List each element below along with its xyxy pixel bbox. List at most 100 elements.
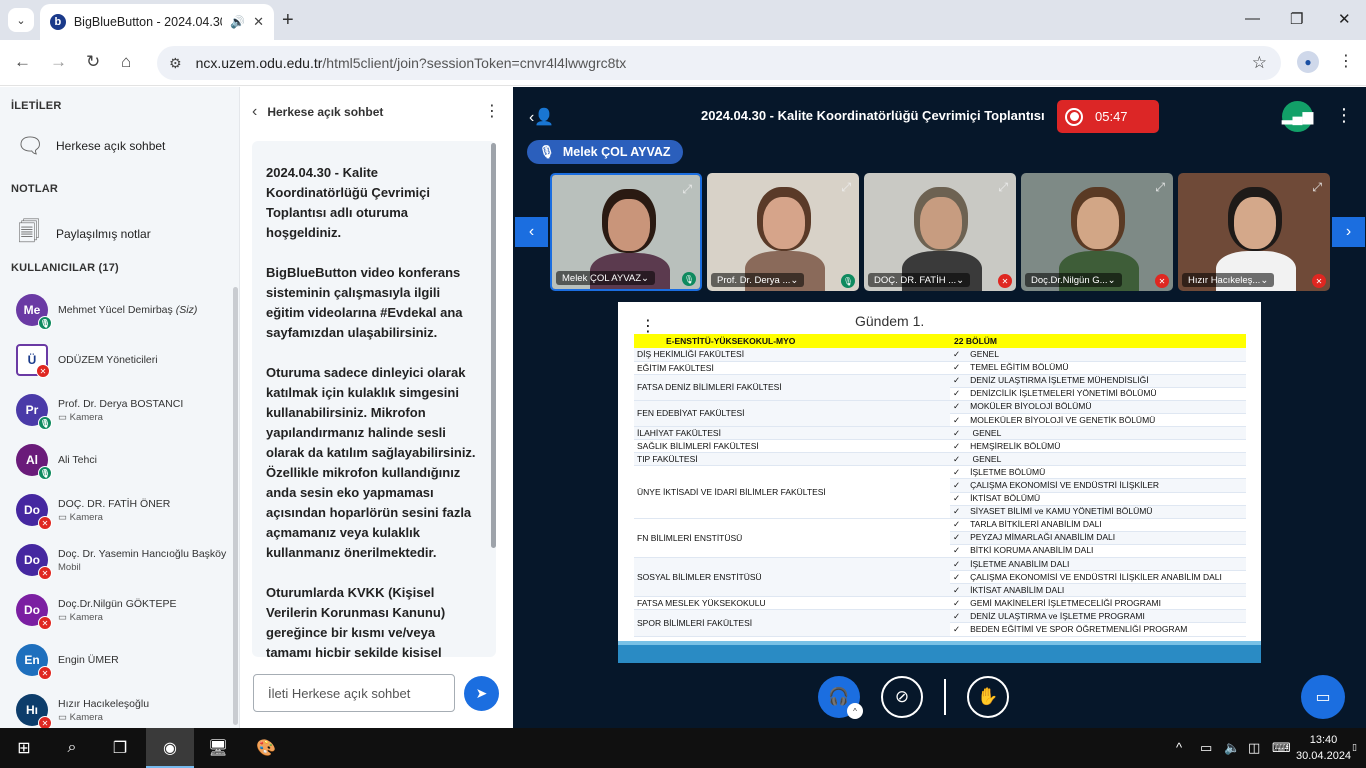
webcam-name[interactable]: Prof. Dr. Derya ... ⌄ — [711, 273, 805, 287]
new-tab-button[interactable]: + — [282, 9, 294, 32]
webcam-tile[interactable]: ⤢ Hızır Hacıkeleş... ⌄ ✕ — [1178, 173, 1330, 291]
camera-prev-button[interactable]: ‹ — [515, 217, 548, 247]
network-icon[interactable]: ▭ — [1200, 740, 1212, 756]
user-device: ▭ Kamera — [58, 612, 176, 623]
recording-indicator[interactable]: 05:47 — [1057, 100, 1159, 133]
chat-message-list: 2024.04.30 - Kalite Koordinatörlüğü Çevr… — [252, 141, 496, 657]
user-list-item[interactable]: Ü ✕ ODÜZEM Yöneticileri — [16, 338, 232, 382]
share-webcam-button[interactable]: ⊘ — [881, 676, 923, 718]
taskbar-clock[interactable]: 13:40 30.04.2024 — [1296, 732, 1351, 764]
chat-message-input[interactable]: İleti Herkese açık sohbet — [253, 674, 455, 712]
site-settings-icon[interactable]: ⚙ — [169, 55, 182, 72]
fullscreen-icon[interactable]: ⤢ — [998, 180, 1008, 195]
department-cell: ✓ ÇALIŞMA EKONOMİSİ VE ENDÜSTRİ İLİŞKİLER… — [950, 570, 1246, 585]
public-chat-link[interactable]: 🗨 Herkese açık sohbet — [16, 133, 165, 159]
user-list-item[interactable]: Hı ✕ Hızır Hacıkeleşoğlu ▭ Kamera — [16, 688, 232, 732]
meeting-options-icon[interactable]: ⋮ — [1335, 105, 1353, 126]
presentation-toggle-button[interactable]: ▭ — [1301, 675, 1345, 719]
department-name: DENİZCİLİK İŞLETMELERİ YÖNETİMİ BÖLÜMÜ — [970, 388, 1157, 399]
meeting-title: 2024.04.30 - Kalite Koordinatörlüğü Çevr… — [701, 108, 1045, 123]
back-icon[interactable]: ← — [14, 52, 31, 72]
webcam-tile[interactable]: ⤢ DOÇ. DR. FATİH ... ⌄ ✕ — [864, 173, 1016, 291]
department-name: MOKÜLER BİYOLOJİ BÖLÜMÜ — [970, 401, 1092, 412]
minimize-icon[interactable]: — — [1245, 10, 1260, 27]
volume-icon[interactable]: 🔈 — [1224, 740, 1240, 756]
department-cell: ✓ İŞLETME BÖLÜMÜ — [950, 465, 1246, 480]
chat-scrollbar[interactable] — [491, 143, 496, 548]
camera-next-button[interactable]: › — [1332, 217, 1365, 247]
notification-icon[interactable]: ▯ — [1352, 742, 1357, 753]
user-name-text: Engin ÜMER — [58, 654, 119, 666]
webcam-name-text: Melek ÇOL AYVAZ — [562, 272, 642, 284]
browser-tab[interactable]: b BigBlueButton - 2024.04.30 🔊 ✕ — [40, 4, 274, 40]
chrome-icon[interactable]: ◉ — [158, 736, 182, 760]
audio-options-caret[interactable]: ^ — [847, 703, 863, 719]
forward-icon[interactable]: → — [50, 52, 67, 72]
user-list-item[interactable]: Al 🎙 Ali Tehci — [16, 438, 232, 482]
reload-icon[interactable]: ↻ — [86, 52, 100, 72]
user-list-item[interactable]: Do ✕ Doç. Dr. Yasemin Hancıoğlu Başköy Mobi… — [16, 538, 232, 582]
webcam-tile[interactable]: ⤢ Melek ÇOL AYVAZ ⌄ 🎙 — [550, 173, 702, 291]
fullscreen-icon[interactable]: ⤢ — [1155, 180, 1165, 195]
user-device-label: Kamera — [69, 411, 103, 423]
chevron-left-icon[interactable]: ‹ — [252, 103, 257, 121]
windows-start-icon[interactable]: ⊞ — [12, 736, 36, 760]
fullscreen-icon[interactable]: ⤢ — [1312, 180, 1322, 195]
fullscreen-icon[interactable]: ⤢ — [841, 180, 851, 195]
talking-indicator[interactable]: 🎙 Melek ÇOL AYVAZ — [527, 140, 683, 164]
user-avatar: Al 🎙 — [16, 444, 52, 480]
webcam-name[interactable]: DOÇ. DR. FATİH ... ⌄ — [868, 273, 971, 287]
chat-header[interactable]: ‹ Herkese açık sohbet — [252, 103, 383, 121]
chat-options-icon[interactable]: ⋮ — [484, 101, 500, 121]
computer-icon[interactable]: 🖥 — [206, 736, 230, 760]
unit-name-cell: FATSA DENİZ BİLİMLERİ FAKÜLTESİ — [634, 374, 950, 401]
webcam-name[interactable]: Hızır Hacıkeleş... ⌄ — [1182, 273, 1275, 287]
user-avatar: Do ✕ — [16, 544, 52, 580]
toggle-userlist-icon[interactable]: ‹👤 — [529, 107, 554, 127]
connection-status-icon[interactable]: ▂▄▆ — [1282, 101, 1313, 132]
bookmark-star-icon[interactable]: ☆ — [1252, 53, 1267, 73]
camera-icon: ▭ — [58, 711, 70, 723]
chat-panel: ‹ Herkese açık sohbet ⋮ 2024.04.30 - Kal… — [240, 87, 513, 728]
task-view-icon[interactable]: ❐ — [108, 736, 132, 760]
tab-search-button[interactable]: ⌄ — [8, 8, 34, 32]
paint-icon[interactable]: 🎨 — [254, 736, 278, 760]
shared-notes-link[interactable]: 🗐 Paylaşılmış notlar — [16, 215, 151, 253]
department-name: ÇALIŞMA EKONOMİSİ VE ENDÜSTRİ İLİŞKİLER … — [970, 571, 1222, 582]
user-list-item[interactable]: En ✕ Engin ÜMER — [16, 638, 232, 682]
window-close-icon[interactable]: ✕ — [1338, 10, 1351, 28]
send-message-icon[interactable]: ➤ — [464, 676, 499, 711]
home-icon[interactable]: ⌂ — [121, 52, 131, 72]
unit-name-cell: SAĞLIK BİLİMLERİ FAKÜLTESİ — [634, 439, 950, 454]
close-tab-icon[interactable]: ✕ — [253, 14, 264, 30]
user-name: Doç.Dr.Nilgün GÖKTEPE — [58, 598, 176, 610]
user-list-item[interactable]: Me 🎙 Mehmet Yücel Demirbaş (Siz) — [16, 288, 232, 332]
browser-menu-icon[interactable]: ⋮ — [1338, 51, 1354, 71]
address-bar[interactable]: ⚙ ncx.uzem.odu.edu.tr/html5client/join?s… — [157, 46, 1281, 80]
user-list-item[interactable]: Do ✕ DOÇ. DR. FATİH ÖNER ▭ Kamera — [16, 488, 232, 532]
speaker-icon[interactable]: 🔊 — [230, 15, 245, 29]
webcam-tile[interactable]: ⤢ Doç.Dr.Nilgün G... ⌄ ✕ — [1021, 173, 1173, 291]
profile-icon[interactable]: ● — [1297, 51, 1319, 73]
department-name: GENEL — [970, 453, 1002, 464]
user-list-item[interactable]: Pr 🎙 Prof. Dr. Derya BOSTANCI ▭ Kamera — [16, 388, 232, 432]
record-icon — [1065, 107, 1083, 126]
restore-icon[interactable]: ❐ — [1290, 10, 1303, 28]
sidebar-scrollbar[interactable] — [233, 287, 238, 725]
department-name: HEMŞİRELİK BÖLÜMÜ — [970, 440, 1061, 451]
table-row: SAĞLIK BİLİMLERİ FAKÜLTESİ ✓ HEMŞİRELİK BÖ… — [634, 439, 1246, 454]
user-list-item[interactable]: Do ✕ Doç.Dr.Nilgün GÖKTEPE ▭ Kamera — [16, 588, 232, 632]
user-name: Ali Tehci — [58, 454, 97, 466]
fullscreen-icon[interactable]: ⤢ — [682, 182, 692, 197]
webcam-name[interactable]: Melek ÇOL AYVAZ ⌄ — [556, 271, 655, 285]
language-icon[interactable]: ◫ — [1248, 740, 1260, 756]
slide-options-icon[interactable]: ⋮ — [640, 316, 656, 336]
webcam-name[interactable]: Doç.Dr.Nilgün G... ⌄ — [1025, 273, 1122, 287]
search-icon[interactable]: ⌕ — [60, 736, 84, 760]
keyboard-icon[interactable]: ⌨ — [1272, 740, 1291, 756]
webcam-tile[interactable]: ⤢ Prof. Dr. Derya ... ⌄ 🎙 — [707, 173, 859, 291]
notes-icon: 🗐 — [18, 219, 40, 244]
table-row: FATSA MESLEK YÜKSEKOKULU ✓ GEMİ MAKİNELERİ… — [634, 596, 1246, 611]
raise-hand-button[interactable]: ✋ — [967, 676, 1009, 718]
tray-chevron-icon[interactable]: ^ — [1176, 740, 1182, 755]
